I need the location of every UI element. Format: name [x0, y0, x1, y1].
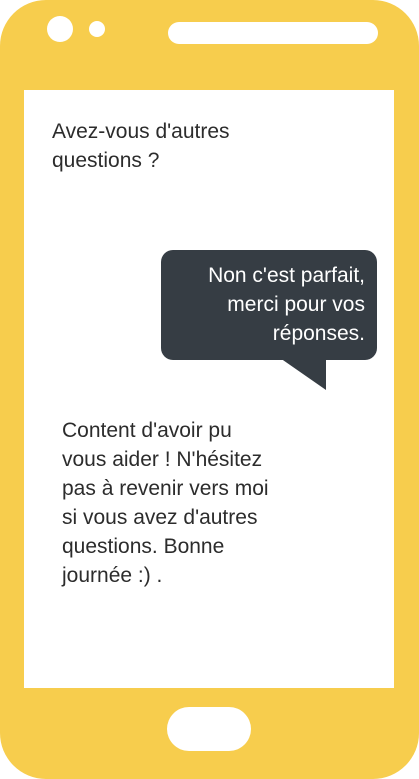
home-button[interactable] [167, 707, 251, 751]
sensor-icon [89, 21, 105, 37]
front-camera-icon [47, 16, 73, 42]
user-message-bubble-tail [280, 358, 326, 390]
speaker-grille [168, 22, 378, 44]
chat-screen [24, 90, 394, 688]
bot-message-closing: Content d'avoir pu vous aider ! N'hésite… [62, 419, 269, 587]
bot-message-question: Avez-vous d'autres questions ? [52, 120, 230, 172]
user-message-bubble: Non c'est parfait, merci pour vos répons… [161, 250, 377, 360]
user-message-text: Non c'est parfait, merci pour vos répons… [208, 264, 365, 345]
